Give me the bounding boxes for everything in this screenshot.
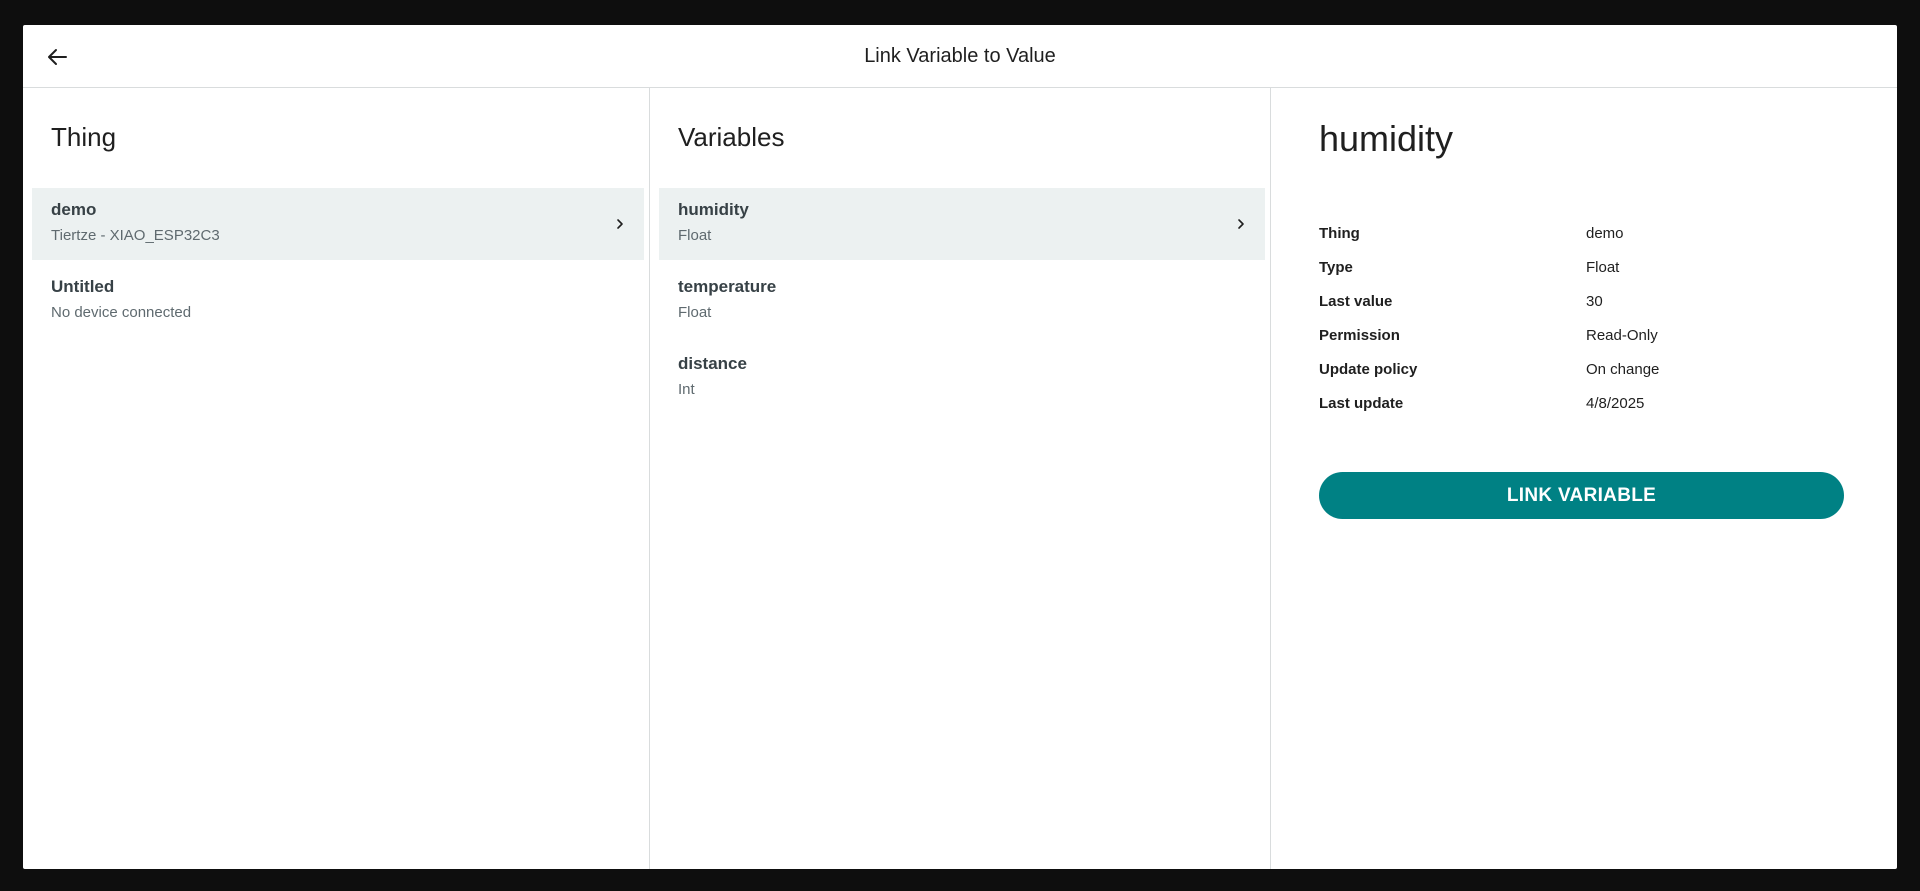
dialog-header: Link Variable to Value: [23, 25, 1897, 88]
variable-item-name: temperature: [678, 277, 777, 296]
back-button[interactable]: [39, 39, 75, 75]
detail-value: On change: [1586, 360, 1660, 378]
dialog-title: Link Variable to Value: [864, 44, 1056, 67]
variable-item-humidity[interactable]: humidity Float: [659, 188, 1265, 260]
thing-heading: Thing: [51, 122, 117, 152]
thing-item-device: No device connected: [51, 304, 192, 321]
detail-row-last-value: Last value 30: [1319, 284, 1845, 318]
detail-value: demo: [1586, 224, 1624, 242]
detail-value: Read-Only: [1586, 326, 1658, 344]
arrow-left-icon: [48, 49, 67, 65]
link-variable-button[interactable]: LINK VARIABLE: [1319, 472, 1844, 519]
detail-row-permission: Permission Read-Only: [1319, 318, 1845, 352]
detail-label: Thing: [1319, 224, 1360, 242]
thing-item-name: Untitled: [51, 277, 115, 296]
detail-row-thing: Thing demo: [1319, 216, 1845, 250]
variable-item-distance[interactable]: distance Int: [659, 342, 1265, 414]
thing-item-name: demo: [51, 200, 97, 219]
thing-item-device: Tiertze - XIAO_ESP32C3: [51, 227, 220, 244]
detail-label: Type: [1319, 258, 1353, 276]
thing-item-demo[interactable]: demo Tiertze - XIAO_ESP32C3: [32, 188, 644, 260]
detail-label: Last value: [1319, 292, 1393, 310]
detail-row-update-policy: Update policy On change: [1319, 352, 1845, 386]
columns: Thing demo Tiertze - XIAO_ESP32C3 Untitl…: [23, 88, 1897, 869]
variables-heading: Variables: [678, 122, 785, 152]
thing-column: Thing demo Tiertze - XIAO_ESP32C3 Untitl…: [23, 88, 650, 869]
variable-item-type: Int: [678, 381, 695, 398]
thing-item-untitled[interactable]: Untitled No device connected: [32, 265, 644, 337]
detail-title: humidity: [1319, 118, 1454, 159]
detail-value: 4/8/2025: [1586, 394, 1645, 412]
variable-item-name: humidity: [678, 200, 749, 219]
variable-item-type: Float: [678, 227, 712, 244]
variable-item-temperature[interactable]: temperature Float: [659, 265, 1265, 337]
detail-value: Float: [1586, 258, 1620, 276]
chevron-right-icon: [617, 219, 623, 229]
detail-column: humidity Thing demo Type Float Last valu…: [1271, 88, 1897, 869]
detail-label: Update policy: [1319, 360, 1418, 378]
variable-item-name: distance: [678, 354, 747, 373]
detail-value: 30: [1586, 292, 1603, 310]
detail-label: Permission: [1319, 326, 1400, 344]
detail-label: Last update: [1319, 394, 1404, 412]
variables-column: Variables humidity Float temperature Flo…: [650, 88, 1271, 869]
variables-list: humidity Float temperature Float distanc…: [650, 188, 1270, 414]
detail-row-type: Type Float: [1319, 250, 1845, 284]
link-variable-dialog: Link Variable to Value Thing demo Tiertz…: [23, 25, 1897, 869]
thing-list: demo Tiertze - XIAO_ESP32C3 Untitled No …: [23, 188, 649, 337]
detail-panel: humidity Thing demo Type Float Last valu…: [1271, 88, 1897, 519]
variable-item-type: Float: [678, 304, 712, 321]
chevron-right-icon: [1238, 219, 1244, 229]
detail-row-last-update: Last update 4/8/2025: [1319, 386, 1845, 420]
